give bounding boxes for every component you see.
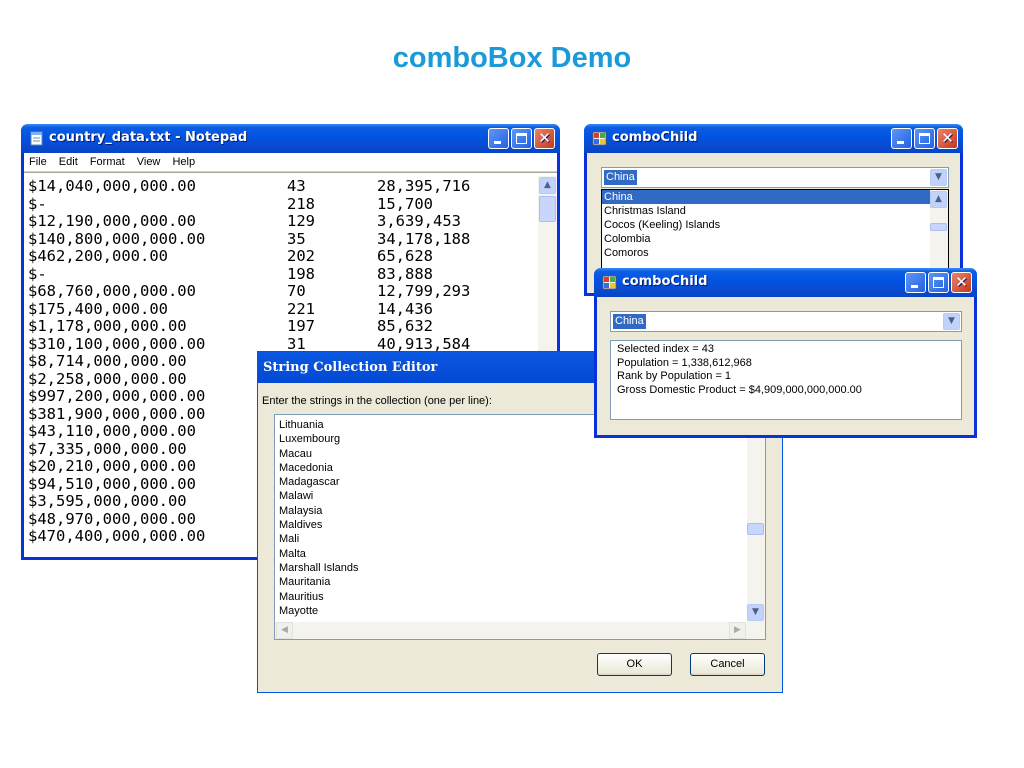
- combobox-selected-value: China: [613, 314, 646, 329]
- strings-textbox[interactable]: Lithuania Luxembourg Macau Macedonia Mad…: [274, 414, 766, 640]
- text-line: $- 198 83,888: [28, 264, 433, 283]
- menu-format[interactable]: Format: [90, 156, 125, 168]
- list-item: Malaysia: [279, 504, 323, 517]
- scroll-up-icon[interactable]: ▲: [539, 177, 556, 194]
- strings-vertical-scrollbar[interactable]: ▼: [747, 415, 765, 622]
- dropdown-item[interactable]: Cocos (Keeling) Islands: [602, 218, 948, 232]
- text-line: $14,040,000,000.00 43 28,395,716: [28, 177, 471, 195]
- scroll-up-icon[interactable]: ▲: [930, 191, 947, 208]
- notepad-title: country_data.txt - Notepad: [49, 130, 248, 145]
- notepad-icon: [30, 131, 43, 146]
- combochild-titlebar[interactable]: comboChild ✕: [584, 124, 963, 153]
- rank-text: Rank by Population = 1: [617, 370, 732, 382]
- gdp-text: Gross Domestic Product = $4,909,000,000,…: [617, 383, 862, 396]
- text-line: $140,800,000,000.00 35 34,178,188: [28, 229, 471, 248]
- close-icon: ✕: [538, 129, 551, 147]
- list-item: Malawi: [279, 490, 314, 503]
- dropdown-vertical-scrollbar[interactable]: ▲: [930, 190, 948, 268]
- combochild-titlebar[interactable]: comboChild ✕: [594, 268, 977, 297]
- list-item: Mayotte: [279, 604, 319, 617]
- menu-file[interactable]: File: [29, 156, 47, 168]
- scroll-thumb[interactable]: [747, 523, 764, 535]
- list-item: Macau: [279, 447, 313, 460]
- list-item: Malta: [279, 547, 306, 560]
- slide-title: comboBox Demo: [392, 42, 632, 74]
- combochild-title: comboChild: [612, 130, 698, 145]
- list-item: Mali: [279, 533, 300, 546]
- population-text: Population = 1,338,612,968: [617, 356, 752, 369]
- chevron-down-icon[interactable]: ▼: [930, 169, 947, 186]
- close-icon: ✕: [955, 273, 968, 291]
- dropdown-item[interactable]: Comoros: [602, 246, 948, 260]
- text-line: $68,760,000,000.00 70 12,799,293: [28, 282, 471, 300]
- text-line: $- 218 15,700: [28, 194, 433, 213]
- menu-help[interactable]: Help: [172, 156, 195, 168]
- scroll-down-icon[interactable]: ▼: [747, 604, 764, 621]
- notepad-titlebar[interactable]: country_data.txt - Notepad ✕: [21, 124, 560, 153]
- scroll-thumb[interactable]: [930, 223, 947, 231]
- close-button[interactable]: ✕: [951, 272, 972, 293]
- list-item: Marshall Islands: [279, 561, 359, 574]
- minimize-button[interactable]: [905, 272, 926, 293]
- combobox-selected-value: China: [604, 170, 637, 185]
- country-combobox[interactable]: China ▼: [610, 311, 962, 332]
- notepad-menubar: File Edit Format View Help: [24, 153, 557, 172]
- dropdown-item[interactable]: Colombia: [602, 232, 948, 246]
- close-button[interactable]: ✕: [937, 128, 958, 149]
- text-line: $462,200,000.00 202 65,628: [28, 247, 433, 265]
- chevron-down-icon[interactable]: ▼: [943, 313, 960, 330]
- minimize-button[interactable]: [488, 128, 509, 149]
- maximize-icon: [919, 133, 930, 144]
- minimize-button[interactable]: [891, 128, 912, 149]
- combochild-title: comboChild: [622, 274, 708, 289]
- dropdown-item[interactable]: Christmas Island: [602, 204, 948, 218]
- text-line: $175,400,000.00 221 14,436: [28, 299, 433, 318]
- list-item: Macedonia: [279, 461, 333, 474]
- menu-edit[interactable]: Edit: [59, 156, 78, 168]
- menu-view[interactable]: View: [137, 156, 161, 168]
- app-icon: [602, 275, 617, 290]
- scroll-left-icon[interactable]: ◀: [276, 622, 293, 639]
- maximize-icon: [933, 277, 944, 288]
- scroll-thumb[interactable]: [539, 196, 556, 222]
- list-item: Maldives: [279, 519, 323, 532]
- list-item: Mauritius: [279, 590, 324, 603]
- minimize-icon: [897, 141, 904, 144]
- dropdown-item[interactable]: China: [602, 190, 948, 204]
- country-combobox[interactable]: China ▼: [601, 167, 949, 188]
- country-info-textbox[interactable]: Selected index = 43 Population = 1,338,6…: [610, 340, 962, 420]
- maximize-icon: [516, 133, 527, 144]
- minimize-icon: [911, 285, 918, 288]
- maximize-button[interactable]: [928, 272, 949, 293]
- strings-horizontal-scrollbar[interactable]: ◀ ▶: [275, 622, 765, 639]
- text-line: $12,190,000,000.00 129 3,639,453: [28, 212, 461, 230]
- dialog-prompt: Enter the strings in the collection (one…: [262, 395, 492, 407]
- cancel-button[interactable]: Cancel: [690, 653, 765, 676]
- close-button[interactable]: ✕: [534, 128, 555, 149]
- combobox-dropdown-list[interactable]: China Christmas Island Cocos (Keeling) I…: [601, 189, 949, 269]
- maximize-button[interactable]: [511, 128, 532, 149]
- selected-index-text: Selected index = 43: [617, 343, 714, 355]
- list-item: Madagascar: [279, 476, 340, 489]
- text-line: $1,178,000,000.00 197 85,632: [28, 317, 433, 335]
- scroll-right-icon[interactable]: ▶: [729, 622, 746, 639]
- combochild-window-2: comboChild ✕ China ▼ Selected index = 43…: [594, 268, 977, 438]
- list-item: Mauritania: [279, 576, 331, 589]
- ok-button[interactable]: OK: [597, 653, 672, 676]
- app-icon: [592, 131, 607, 146]
- close-icon: ✕: [941, 129, 954, 147]
- minimize-icon: [494, 141, 501, 144]
- maximize-button[interactable]: [914, 128, 935, 149]
